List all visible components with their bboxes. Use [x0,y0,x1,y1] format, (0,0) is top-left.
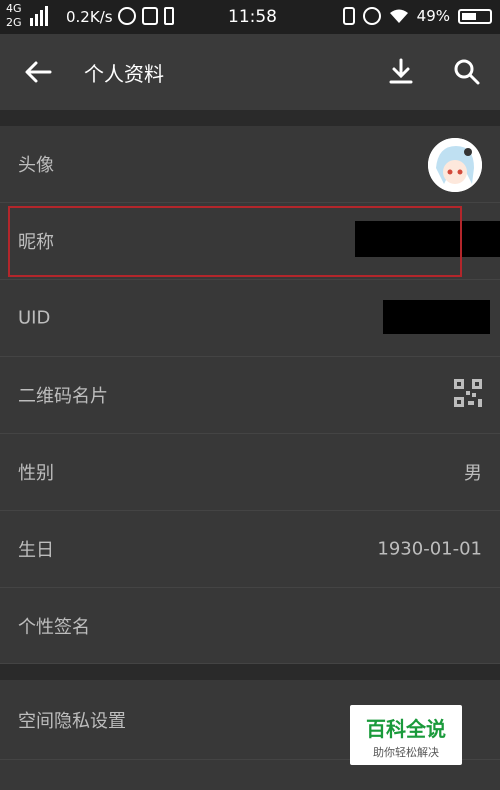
search-icon[interactable] [450,54,484,90]
download-icon[interactable] [384,54,418,90]
birthday-label: 生日 [18,540,54,561]
network-4g-label: 4G [6,2,22,15]
vibrate-icon [342,7,355,25]
birthday-row[interactable]: 生日 1930-01-01 [0,511,500,588]
avatar[interactable] [428,138,482,192]
privacy-settings-label: 空间隐私设置 [18,710,126,732]
uid-row[interactable]: UID [0,280,500,357]
battery-icon [458,8,492,24]
network-type: 4G 2G [6,2,22,30]
nickname-redacted [355,221,500,257]
network-2g-label: 2G [6,16,22,29]
qr-code-icon [454,379,482,407]
signal-icon [30,4,54,30]
watermark-title: 百科全说 [366,717,446,741]
gender-row[interactable]: 性别 男 [0,434,500,511]
qr-card-label: 二维码名片 [18,386,108,407]
avatar-label: 头像 [18,155,54,176]
arrow-left-icon[interactable] [20,54,56,90]
alarm-icon [362,7,381,25]
avatar-row[interactable]: 头像 [0,126,500,203]
section-divider [0,664,500,680]
gender-value: 男 [464,463,482,484]
status-bar: 4G 2G 0.2K/s 11:58 49% [0,0,500,34]
page-title: 个人资料 [84,62,164,86]
uid-redacted [383,300,490,334]
signature-label: 个性签名 [18,616,90,638]
watermark-logo: 百科全说 助你轻松解决 [350,705,462,765]
signature-row[interactable]: 个性签名 [0,588,500,664]
usb-icon [164,7,174,25]
wifi-icon [389,9,408,23]
wechat-icon [118,7,136,25]
alert-icon [142,7,158,25]
nickname-label: 昵称 [18,232,54,253]
network-speed: 0.2K/s [66,8,113,26]
uid-label: UID [18,307,51,329]
gender-label: 性别 [18,463,54,484]
app-bar: 个人资料 [0,34,500,110]
qr-card-row[interactable]: 二维码名片 [0,357,500,434]
clock: 11:58 [228,7,277,27]
watermark-subtitle: 助你轻松解决 [373,746,439,759]
battery-percent: 49% [416,7,450,25]
birthday-value: 1930-01-01 [377,538,482,560]
nickname-row[interactable]: 昵称 [0,203,500,280]
section-divider [0,110,500,126]
